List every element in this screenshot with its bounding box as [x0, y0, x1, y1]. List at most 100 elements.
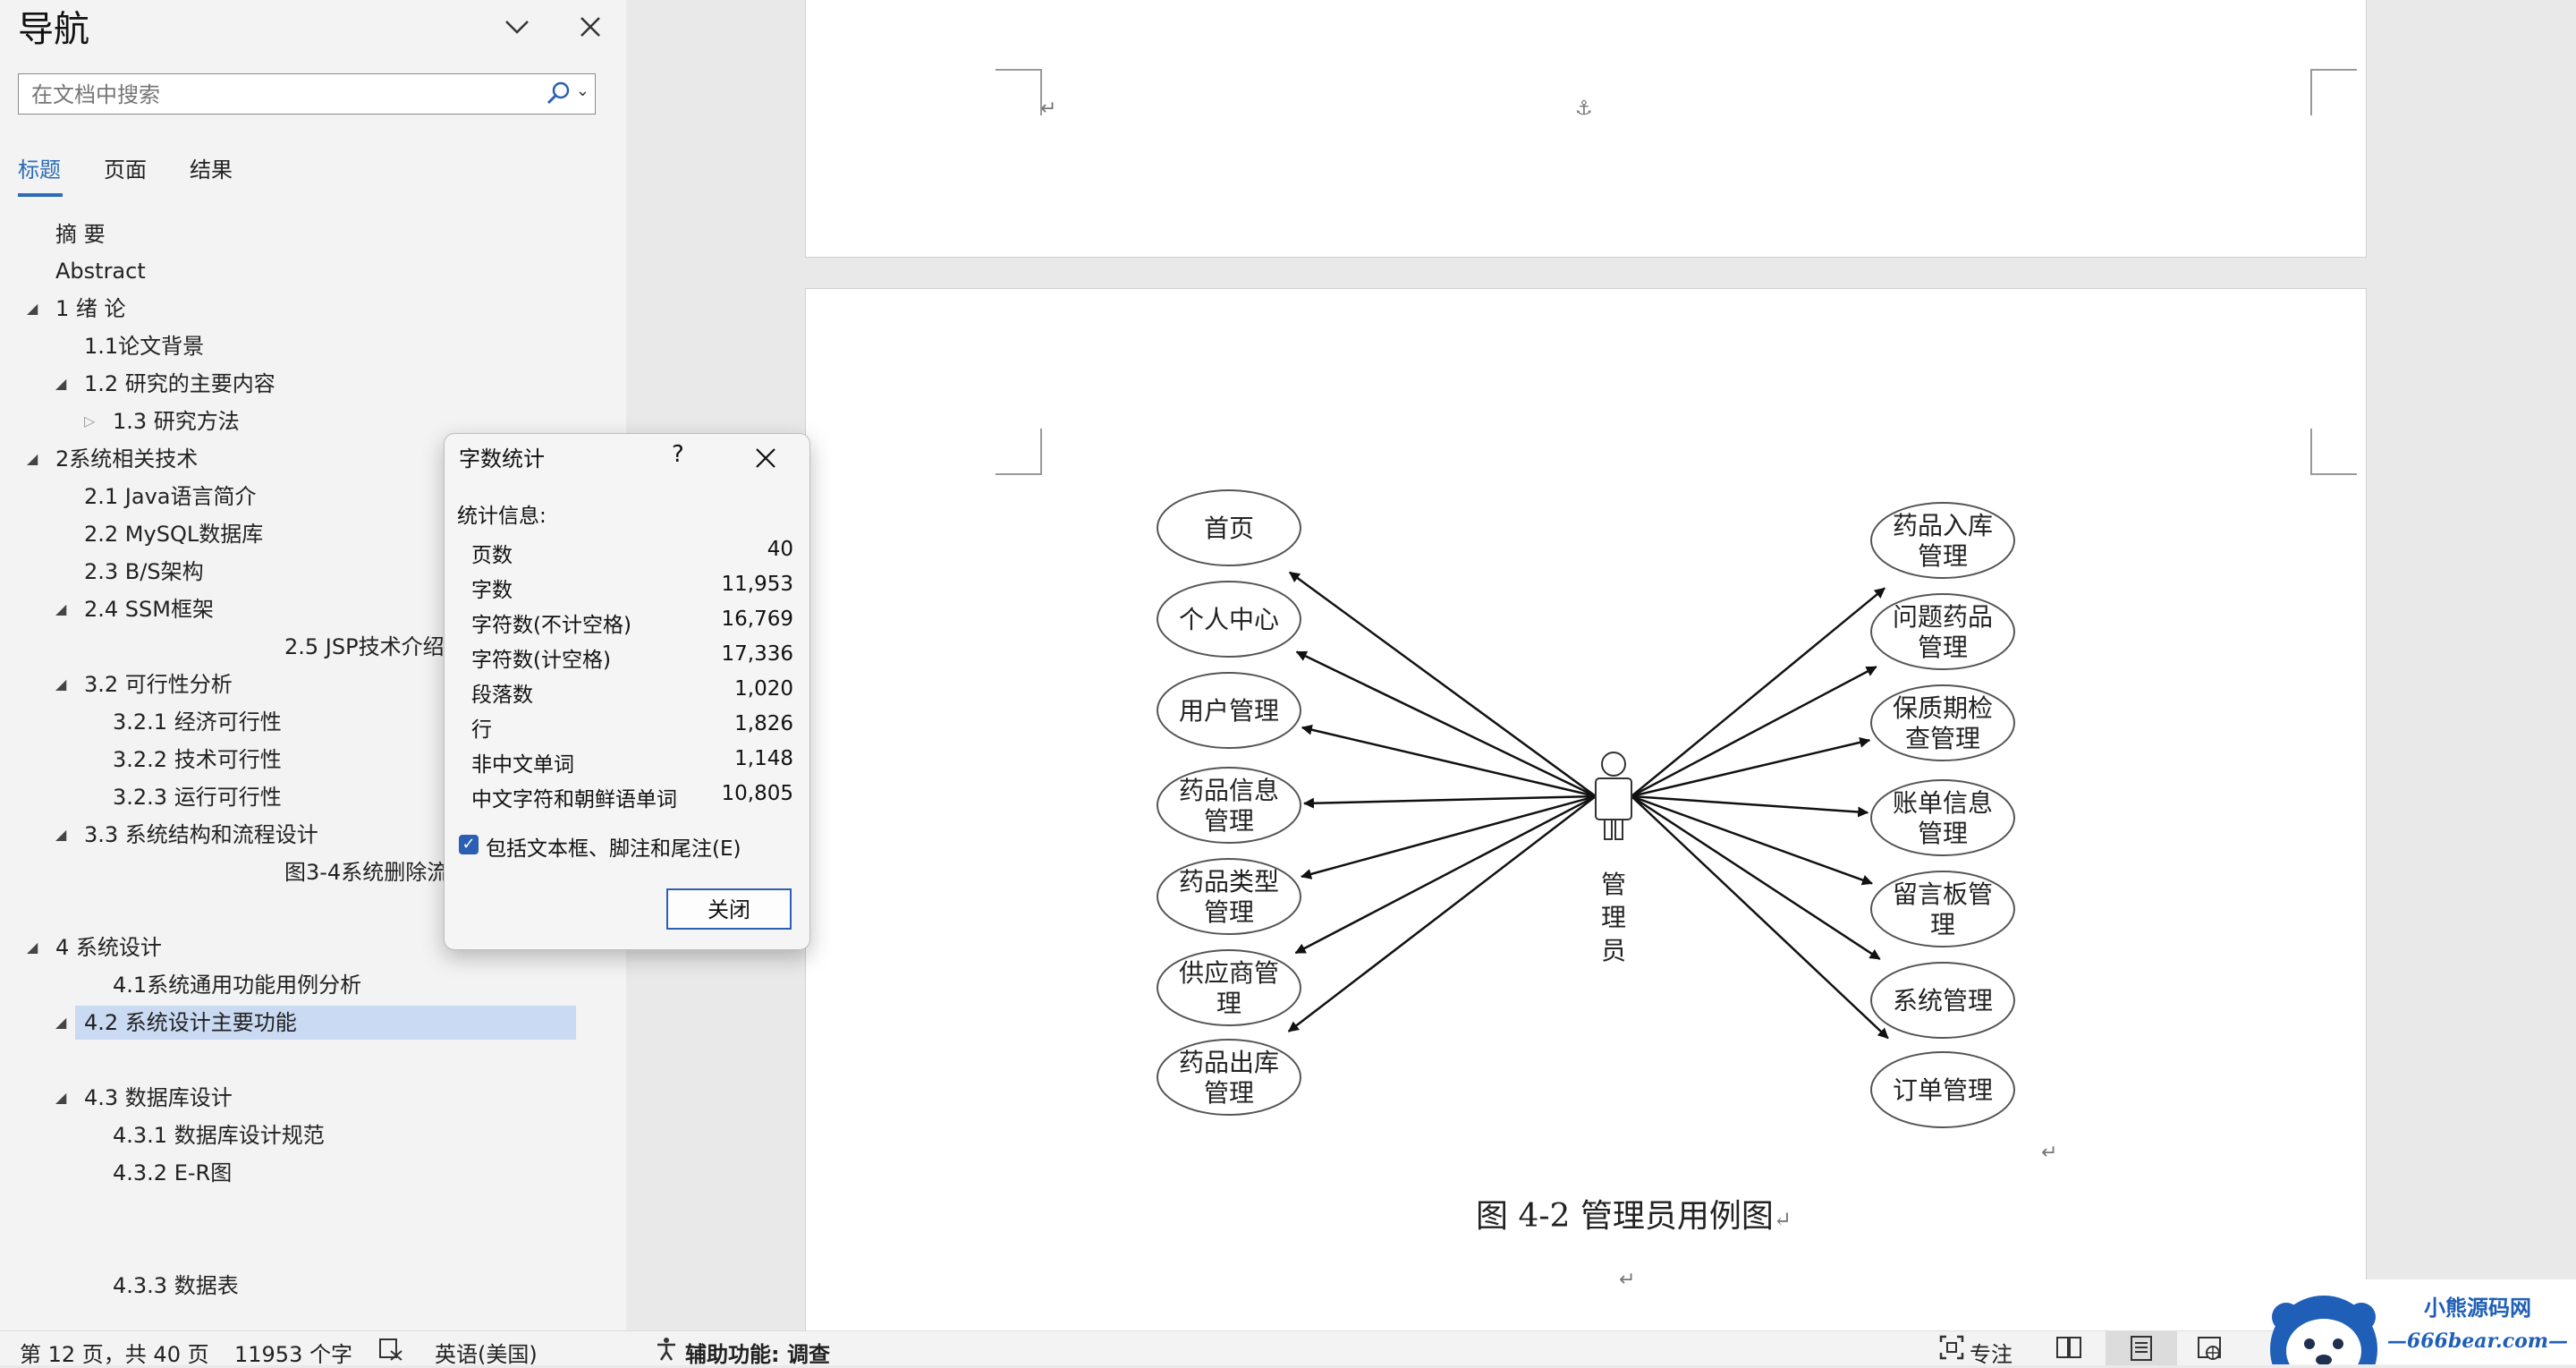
document-area[interactable]: ↵ ⚓ 首页 个人中心 用户管理 药品信息 管理 药品类型 管理 供应商管理药品出库 管理 药品入…	[626, 0, 2576, 1330]
focus-mode[interactable]: 专注	[1970, 1337, 2012, 1368]
heading-item[interactable]: Abstract	[55, 256, 146, 286]
heading-item[interactable]: 1.3 研究方法	[113, 406, 240, 437]
tab-underline	[18, 193, 63, 197]
stat-value: 1,826	[734, 712, 793, 735]
stat-label: 页数	[471, 544, 513, 567]
word-count[interactable]: 11953 个字	[234, 1337, 352, 1368]
expand-triangle-icon[interactable]: ▷	[84, 412, 95, 429]
stat-row: 字数 11,953	[471, 573, 793, 607]
collapse-triangle-icon[interactable]: ◢	[55, 1014, 66, 1031]
collapse-triangle-icon[interactable]: ◢	[55, 676, 66, 692]
association-arrow	[1302, 794, 1597, 809]
heading-item[interactable]: 3.2.2 技术可行性	[113, 744, 282, 775]
tab-pages[interactable]: 页面	[104, 152, 147, 183]
heading-item[interactable]: 3.3 系统结构和流程设计	[84, 820, 318, 850]
include-textbox-checkbox[interactable]: ✓	[459, 835, 479, 854]
collapse-triangle-icon[interactable]: ◢	[27, 450, 38, 467]
use-case-label: 管理	[1204, 806, 1254, 836]
chevron-down-icon[interactable]: ⌄	[576, 81, 589, 100]
web-layout-icon[interactable]	[2197, 1335, 2224, 1367]
collapse-triangle-icon[interactable]: ◢	[55, 826, 66, 843]
accessibility-icon[interactable]	[653, 1335, 680, 1367]
search-input[interactable]	[30, 74, 534, 115]
tab-headings[interactable]: 标题	[18, 152, 61, 183]
heading-item[interactable]: 4.3 数据库设计	[84, 1083, 233, 1113]
collapse-triangle-icon[interactable]: ◢	[27, 939, 38, 956]
statistics-label: 统计信息:	[457, 505, 547, 528]
heading-item[interactable]: 1 绪 论	[55, 293, 126, 324]
help-button[interactable]: ?	[672, 441, 684, 468]
association-arrow	[1288, 571, 1597, 798]
heading-item[interactable]: 2.5 JSP技术介绍	[284, 632, 445, 662]
heading-item[interactable]: 2.2 MySQL数据库	[84, 519, 263, 549]
language-indicator[interactable]: 英语(美国)	[435, 1337, 538, 1368]
heading-item[interactable]: 4.1系统通用功能用例分析	[113, 970, 361, 1000]
close-icon[interactable]	[754, 439, 777, 477]
heading-item[interactable]: 摘 要	[55, 219, 106, 250]
close-button[interactable]: 关闭	[666, 888, 792, 930]
dialog-title: 字数统计	[459, 446, 545, 472]
association-arrow	[1301, 794, 1597, 879]
heading-item[interactable]: 2.3 B/S架构	[84, 557, 204, 587]
association-arrow	[1295, 650, 1597, 798]
stat-row: 段落数 1,020	[471, 677, 793, 711]
use-case-label: 订单管理	[1893, 1075, 1993, 1105]
paragraph-mark-icon: ↵	[1773, 1207, 1792, 1232]
heading-item[interactable]: 3.2.1 经济可行性	[113, 707, 282, 737]
stat-value: 40	[767, 538, 793, 561]
paragraph-mark-icon: ↵	[1619, 1269, 1636, 1291]
association-arrow	[1631, 795, 1889, 1040]
search-icon[interactable]	[545, 80, 572, 110]
checkbox-label[interactable]: 包括文本框、脚注和尾注(E)	[486, 831, 741, 862]
tab-results[interactable]: 结果	[190, 152, 233, 183]
page-count[interactable]: 第 12 页，共 40 页	[20, 1337, 209, 1368]
heading-item[interactable]: 2.1 Java语言简介	[84, 481, 257, 512]
heading-item[interactable]: 1.2 研究的主要内容	[84, 369, 275, 399]
print-layout-icon[interactable]	[2106, 1331, 2177, 1365]
use-case-label: 留言板管	[1893, 879, 1993, 909]
status-bar: 第 12 页，共 40 页 11953 个字 英语(美国) 辅助功能: 调查 专…	[0, 1330, 2576, 1368]
heading-item[interactable]: 3.2 可行性分析	[84, 669, 233, 700]
search-box[interactable]: ⌄	[18, 73, 596, 115]
stat-value: 1,020	[734, 677, 793, 701]
use-case-label: 个人中心	[1179, 605, 1279, 634]
use-case-label: 药品入库	[1893, 511, 1993, 540]
focus-icon[interactable]	[1939, 1335, 1964, 1365]
accessibility-status[interactable]: 辅助功能: 调查	[685, 1337, 830, 1368]
stat-row: 字符数(不计空格) 16,769	[471, 608, 793, 642]
collapse-triangle-icon[interactable]: ◢	[55, 600, 66, 617]
stat-row: 非中文单词 1,148	[471, 747, 793, 781]
collapse-triangle-icon[interactable]: ◢	[55, 1089, 66, 1106]
collapse-triangle-icon[interactable]: ◢	[27, 300, 38, 317]
use-case-label: 用户管理	[1179, 696, 1279, 726]
association-arrow	[1287, 795, 1597, 1032]
stat-value: 16,769	[721, 608, 793, 631]
association-arrow	[1294, 794, 1597, 955]
heading-item[interactable]: 图3-4系统删除流	[284, 857, 448, 888]
use-case-label: 理	[1216, 989, 1241, 1018]
proofing-icon[interactable]	[377, 1335, 404, 1367]
use-case-label: 理	[1930, 910, 1955, 939]
heading-item[interactable]: 4.3.3 数据表	[113, 1270, 239, 1301]
heading-item[interactable]: 4 系统设计	[55, 932, 162, 963]
use-case-label: 首页	[1204, 514, 1254, 543]
chevron-down-icon[interactable]	[499, 9, 535, 45]
heading-item[interactable]: 4.3.2 E-R图	[113, 1158, 232, 1188]
collapse-triangle-icon[interactable]: ◢	[55, 375, 66, 392]
heading-item[interactable]: 3.2.3 运行可行性	[113, 782, 282, 812]
heading-item-selected[interactable]: 4.2 系统设计主要功能	[84, 1007, 297, 1038]
heading-item[interactable]: 1.1论文背景	[84, 331, 204, 361]
read-mode-icon[interactable]	[2055, 1335, 2082, 1365]
actor-figure	[1595, 752, 1632, 840]
word-count-dialog: 字数统计 ? 统计信息: 页数 40 字数 11,953 字符数(不计空格) 16,7…	[444, 433, 810, 950]
heading-item[interactable]: 4.3.1 数据库设计规范	[113, 1120, 325, 1151]
heading-item[interactable]: 2系统相关技术	[55, 444, 198, 474]
association-arrow	[1631, 794, 1881, 961]
heading-item[interactable]: 2.4 SSM框架	[84, 594, 214, 625]
stat-value: 17,336	[721, 642, 793, 666]
use-case-diagram: 首页个人中心用户管理药品信息管理药品类型管理供应商管理药品出库管理药品入库管理问…	[1157, 489, 2015, 1128]
stat-value: 10,805	[721, 782, 793, 805]
association-arrow	[1631, 587, 1885, 797]
close-icon[interactable]	[572, 9, 608, 45]
use-case-label: 药品信息	[1179, 776, 1279, 805]
